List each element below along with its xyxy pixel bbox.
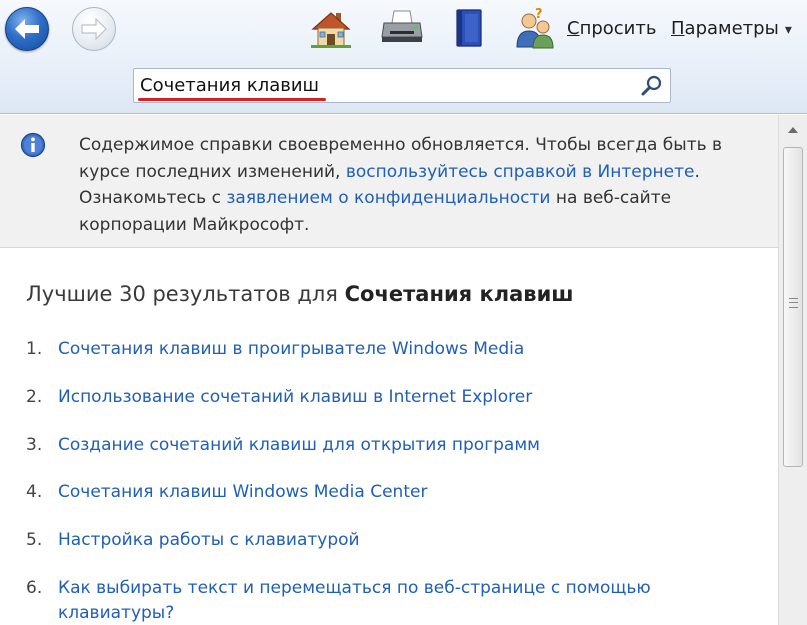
result-item-3: 3. Создание сочетаний клавиш для открыти… [26, 433, 771, 458]
chevron-down-icon: ▾ [784, 22, 792, 38]
toolbar: ? Спросить Параметры ▾ [0, 0, 807, 114]
info-icon [20, 132, 46, 158]
search-red-underline [138, 98, 326, 101]
info-banner: Содержимое справки своевременно обновляе… [0, 115, 778, 248]
result-item-5: 5. Настройка работы с клавиатурой [26, 528, 771, 553]
result-link-2[interactable]: Использование сочетаний клавиш в Interne… [58, 385, 771, 410]
result-item-4: 4. Сочетания клавиш Windows Media Center [26, 480, 771, 505]
info-banner-text: Содержимое справки своевременно обновляе… [79, 132, 759, 238]
results-heading: Лучшие 30 результатов для Сочетания клав… [26, 282, 574, 306]
result-number: 1. [26, 339, 43, 359]
info-text-2: . [694, 161, 700, 182]
print-button[interactable] [379, 6, 425, 50]
result-item-1: 1. Сочетания клавиш в проигрывателе Wind… [26, 337, 771, 362]
back-button[interactable] [5, 7, 49, 51]
ask-icon-button[interactable]: ? [512, 6, 558, 50]
book-icon [456, 9, 482, 47]
home-icon [311, 12, 351, 48]
result-item-2: 2. Использование сочетаний клавиш в Inte… [26, 385, 771, 410]
options-menu-label: араметры [684, 18, 779, 39]
scroll-grip-icon [789, 298, 798, 308]
result-number: 5. [26, 530, 43, 550]
search-input[interactable] [140, 71, 630, 100]
ask-menu-accel: С [567, 18, 580, 39]
result-number: 6. [26, 578, 43, 598]
back-arrow-icon [15, 19, 39, 39]
results-heading-query: Сочетания клавиш [344, 282, 574, 306]
options-menu[interactable]: Параметры ▾ [671, 16, 792, 42]
search-box [133, 68, 671, 103]
privacy-statement-link[interactable]: заявлением о конфиденциальности [226, 188, 550, 208]
options-menu-accel: П [671, 18, 685, 39]
info-paragraph-2: Ознакомьтесь с заявлением о конфиденциал… [79, 185, 759, 238]
printer-icon [381, 10, 423, 42]
result-link-3[interactable]: Создание сочетаний клавиш для открытия п… [58, 433, 771, 458]
vertical-scrollbar[interactable] [778, 115, 807, 625]
browse-help-button[interactable] [446, 6, 492, 50]
ask-menu[interactable]: Спросить [567, 16, 656, 42]
result-link-1[interactable]: Сочетания клавиш в проигрывателе Windows… [58, 337, 771, 362]
results-heading-prefix: Лучшие 30 результатов для [26, 282, 345, 306]
ask-menu-label: просить [579, 18, 657, 39]
result-number: 3. [26, 435, 43, 455]
scroll-up-arrow-icon [788, 127, 798, 133]
search-icon[interactable] [640, 74, 664, 98]
info-text-3: Ознакомьтесь с [79, 188, 227, 208]
result-number: 2. [26, 387, 43, 407]
info-paragraph-1: Содержимое справки своевременно обновляе… [79, 132, 759, 185]
online-help-link[interactable]: воспользуйтесь справкой в Интернете [346, 162, 695, 182]
result-number: 4. [26, 482, 43, 502]
scroll-up-button[interactable] [783, 121, 803, 139]
result-link-6[interactable]: Как выбирать текст и перемещаться по веб… [58, 576, 726, 625]
forward-button[interactable] [72, 7, 116, 51]
result-item-6: 6. Как выбирать текст и перемещаться по … [26, 576, 726, 625]
scroll-thumb[interactable] [783, 147, 803, 467]
svg-text:?: ? [535, 7, 543, 22]
people-question-icon: ? [516, 7, 554, 49]
result-link-5[interactable]: Настройка работы с клавиатурой [58, 528, 771, 553]
forward-arrow-icon [81, 18, 107, 40]
result-link-4[interactable]: Сочетания клавиш Windows Media Center [58, 480, 771, 505]
home-button[interactable] [308, 6, 354, 50]
